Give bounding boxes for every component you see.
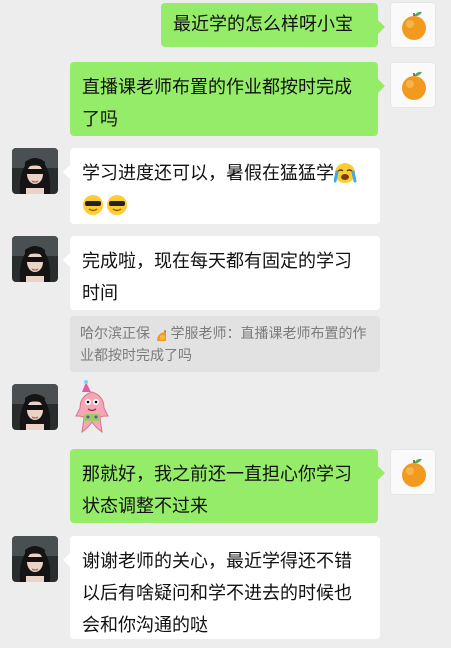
my-avatar[interactable] [390,62,436,108]
quote-sender: 哈尔滨正保 [80,326,150,342]
sent-message-bubble[interactable]: 直播课老师布置的作业都按时完成了吗 [70,62,385,136]
message-text: 直播课老师布置的作业都按时完成了吗 [82,77,352,130]
received-message-bubble[interactable]: 完成啦，现在每天都有固定的学习时间 [63,236,380,310]
patrick-star-sticker[interactable] [74,380,110,436]
received-message-bubble[interactable]: 谢谢老师的关心，最近学得还不错以后有啥疑问和学不进去的时候也会和你沟通的哒 [63,536,380,639]
orange-avatar-icon [401,11,427,41]
my-avatar[interactable] [390,449,436,495]
contact-avatar[interactable] [12,384,58,430]
contact-photo-icon [12,236,58,282]
contact-photo-icon [12,536,58,582]
message-text: 完成啦，现在每天都有固定的学习时间 [82,251,352,304]
loudly-crying-face-icon [334,162,357,184]
contact-avatar[interactable] [12,236,58,282]
contact-avatar[interactable] [12,148,58,194]
message-text: 学习进度还可以，暑假在猛猛学 [82,163,334,184]
sunglasses-face-icon [106,194,128,216]
sent-message-bubble[interactable]: 那就好，我之前还一直担心你学习状态调整不过来 [70,449,385,523]
orange-avatar-icon [401,71,427,101]
sunglasses-face-icon [82,194,104,216]
orange-avatar-icon [401,458,427,488]
patrick-star-icon [75,380,109,434]
message-text: 那就好，我之前还一直担心你学习状态调整不过来 [82,464,352,517]
contact-photo-icon [12,148,58,194]
received-message-bubble[interactable]: 学习进度还可以，暑假在猛猛学 [63,148,380,224]
message-text: 最近学的怎么样呀小宝 [173,14,353,35]
contact-photo-icon [12,384,58,430]
my-avatar[interactable] [390,2,436,48]
orange-icon [156,328,174,349]
sent-message-bubble[interactable]: 最近学的怎么样呀小宝 [161,3,385,47]
message-text: 谢谢老师的关心，最近学得还不错以后有啥疑问和学不进去的时候也会和你沟通的哒 [82,551,352,636]
contact-avatar[interactable] [12,536,58,582]
quoted-message[interactable]: 哈尔滨正保 学服老师：直播课老师布置的作业都按时完成了吗 [70,316,380,372]
